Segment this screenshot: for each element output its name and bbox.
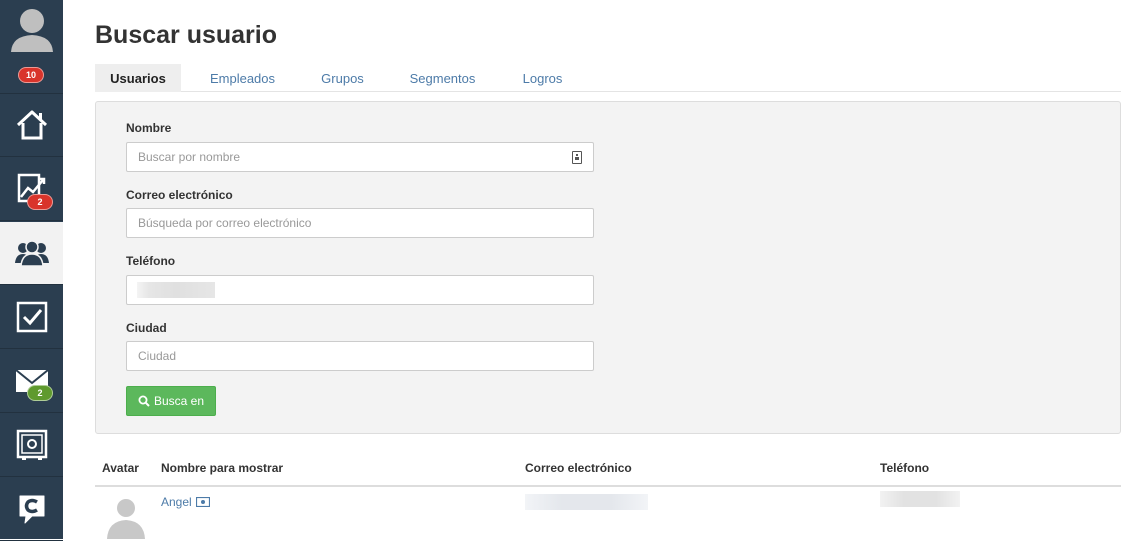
email-redacted (525, 494, 648, 510)
search-button-label: Busca en (153, 394, 205, 408)
sidebar-item-messages[interactable]: 2 (0, 350, 63, 413)
name-input[interactable]: Buscar por nombre (126, 142, 594, 172)
tab-grupos[interactable]: Grupos (305, 64, 380, 92)
header-email: Correo electrónico (525, 461, 632, 475)
contact-card-icon[interactable] (572, 151, 582, 164)
user-silhouette-icon (0, 0, 63, 60)
name-input-placeholder: Buscar por nombre (138, 150, 241, 164)
phone-input[interactable] (126, 275, 594, 305)
magnifier-icon (138, 395, 150, 407)
header-phone: Teléfono (880, 461, 930, 475)
sidebar-profile[interactable]: 10 (0, 0, 63, 94)
table-row: Angel (95, 487, 1121, 539)
chat-c-icon (19, 495, 44, 524)
sidebar-item-tasks[interactable] (0, 286, 63, 349)
city-input-placeholder: Ciudad (138, 349, 177, 363)
home-icon (16, 110, 47, 140)
header-display-name: Nombre para mostrar (161, 461, 284, 475)
tab-bar: Usuarios Empleados Grupos Segmentos Logr… (95, 64, 1121, 92)
header-avatar: Avatar (102, 461, 139, 475)
user-name-link[interactable]: Angel (161, 495, 210, 509)
sidebar-item-users[interactable] (0, 222, 63, 285)
results-table-header: Avatar Nombre para mostrar Correo electr… (95, 455, 1121, 487)
stats-badge: 2 (27, 194, 53, 210)
tab-logros[interactable]: Logros (505, 64, 580, 92)
search-panel: Nombre Buscar por nombre Correo electrón… (95, 101, 1121, 434)
city-label: Ciudad (126, 321, 167, 335)
tab-usuarios[interactable]: Usuarios (95, 64, 181, 92)
user-name: Angel (161, 495, 192, 509)
sidebar-item-stats[interactable]: 2 (0, 158, 63, 221)
email-label: Correo electrónico (126, 188, 233, 202)
email-input[interactable]: Búsqueda por correo electrónico (126, 208, 594, 238)
id-card-icon (195, 497, 210, 507)
avatar (107, 499, 145, 539)
tab-empleados[interactable]: Empleados (195, 64, 290, 92)
sidebar-item-home[interactable] (0, 94, 63, 157)
city-input[interactable]: Ciudad (126, 341, 594, 371)
sidebar: 10 2 2 (0, 0, 63, 541)
main-content: Buscar usuario Usuarios Empleados Grupos… (63, 0, 1147, 539)
tab-segmentos[interactable]: Segmentos (395, 64, 490, 92)
search-button[interactable]: Busca en (126, 386, 216, 416)
page-title: Buscar usuario (95, 21, 278, 49)
checkbox-icon (16, 301, 47, 333)
phone-redacted (880, 491, 960, 507)
email-input-placeholder: Búsqueda por correo electrónico (138, 216, 312, 230)
sidebar-item-chat[interactable] (0, 478, 63, 541)
notifications-badge: 10 (18, 67, 44, 83)
messages-badge: 2 (27, 385, 53, 401)
users-group-icon (14, 240, 49, 267)
phone-label: Teléfono (126, 254, 176, 268)
sidebar-item-safe[interactable] (0, 414, 63, 477)
name-label: Nombre (126, 121, 172, 135)
safe-icon (16, 429, 47, 460)
phone-input-redacted (137, 282, 215, 298)
